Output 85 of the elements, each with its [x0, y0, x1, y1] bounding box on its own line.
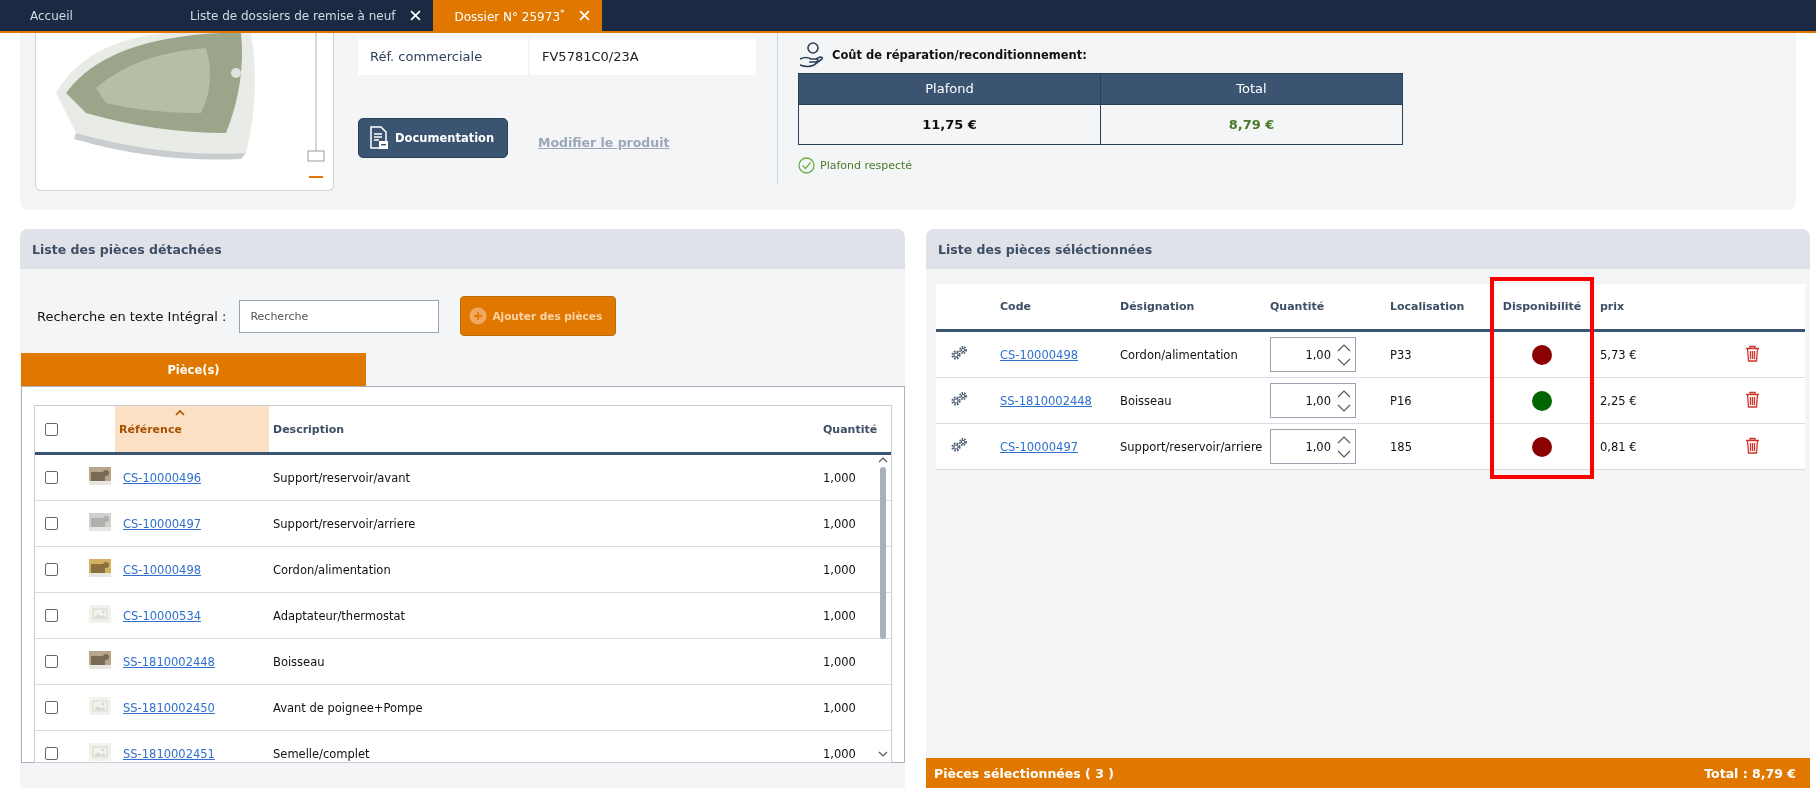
- table-cell-text: Support/reservoir/arriere: [272, 516, 417, 531]
- table-cell-text: P33: [1389, 347, 1413, 362]
- hand-coin-icon: [798, 41, 824, 69]
- gears-icon[interactable]: [950, 345, 968, 361]
- field-value: FV5781C0/23A: [530, 38, 756, 75]
- table-cell-text: 0,81 €: [1599, 439, 1638, 454]
- table-cell-text: 1,000: [822, 654, 857, 669]
- code-link[interactable]: CS-10000498: [992, 347, 1078, 362]
- quantity-field[interactable]: 1,00: [1270, 429, 1356, 464]
- search-field[interactable]: Recherche: [239, 299, 440, 333]
- column-header: Localisation: [1389, 300, 1466, 313]
- image-placeholder-icon: [89, 605, 111, 623]
- document-icon: [369, 126, 389, 150]
- table-cell-text: Adaptateur/thermostat: [272, 608, 407, 623]
- table-cell-text: 1,000: [822, 470, 857, 485]
- trash-icon[interactable]: [1745, 390, 1760, 408]
- reference-link[interactable]: CS-10000497: [115, 516, 201, 531]
- panel-header: Liste des pièces détachées: [20, 229, 905, 269]
- table-cell: 8,79 €: [1100, 104, 1402, 144]
- column-header: Total: [1100, 74, 1402, 104]
- tab[interactable]: Dossier N° 25973$^{*}$: [432, 0, 602, 31]
- checkbox[interactable]: [45, 701, 58, 714]
- field-label: Réf. commerciale: [358, 38, 528, 75]
- reference-link[interactable]: CS-10000534: [115, 608, 201, 623]
- code-link[interactable]: CS-10000497: [992, 439, 1078, 454]
- checkbox[interactable]: [45, 609, 58, 622]
- column-header: Plafond: [799, 74, 1100, 104]
- panel-header: Liste des pièces séléctionnées: [926, 229, 1810, 269]
- code-link[interactable]: SS-1810002448: [992, 393, 1092, 408]
- gears-icon[interactable]: [950, 391, 968, 407]
- reference-link[interactable]: SS-1810002450: [115, 700, 215, 715]
- section-title: Coût de réparation/reconditionnement:: [832, 48, 1087, 62]
- table-cell-text: P16: [1389, 393, 1413, 408]
- table-cell-text: 1,000: [822, 608, 857, 623]
- table-cell-text: 2,25 €: [1599, 393, 1638, 408]
- plus-circle-icon: [469, 307, 488, 325]
- column-header[interactable]: Description: [269, 406, 819, 452]
- tab[interactable]: Pièce(s): [21, 353, 366, 386]
- trash-icon[interactable]: [1745, 344, 1760, 362]
- column-header[interactable]: Quantité: [819, 406, 891, 452]
- image-placeholder-icon: [89, 697, 111, 715]
- table-cell-text: Support/reservoir/arriere: [1119, 439, 1262, 454]
- checkbox[interactable]: [45, 655, 58, 668]
- sort-caret-icon: [175, 409, 185, 416]
- table-cell-text: Boisseau: [272, 654, 326, 669]
- table-cell-text: Boisseau: [1119, 393, 1173, 408]
- gears-icon[interactable]: [950, 437, 968, 453]
- checkbox[interactable]: [45, 471, 58, 484]
- table-cell-text: Cordon/alimentation: [1119, 347, 1239, 362]
- reference-link[interactable]: CS-10000496: [115, 470, 201, 485]
- reference-link[interactable]: SS-1810002451: [115, 746, 215, 761]
- table-cell-text: 1,000: [822, 516, 857, 531]
- column-header: prix: [1599, 300, 1626, 313]
- table-cell-text: Cordon/alimentation: [272, 562, 392, 577]
- checkbox[interactable]: [45, 747, 58, 760]
- column-header: Désignation: [1119, 300, 1196, 313]
- table-cell-text: Avant de poignee+Pompe: [272, 700, 424, 715]
- tab[interactable]: Accueil: [0, 0, 172, 31]
- column-header: Disponibilité: [1501, 300, 1583, 313]
- table-cell-text: Support/reservoir/avant: [272, 470, 412, 485]
- trash-icon[interactable]: [1745, 436, 1760, 454]
- documentation-button[interactable]: Documentation: [358, 118, 508, 158]
- close-icon[interactable]: [409, 10, 421, 21]
- quantity-field[interactable]: 1,00: [1270, 383, 1356, 418]
- checkbox[interactable]: [45, 422, 58, 436]
- table-cell-text: 1,000: [822, 700, 857, 715]
- column-header[interactable]: Référence: [115, 406, 269, 452]
- checkbox[interactable]: [45, 563, 58, 576]
- image-placeholder-icon: [89, 743, 111, 761]
- reference-link[interactable]: CS-10000498: [115, 562, 201, 577]
- quantity-field[interactable]: 1,00: [1270, 337, 1356, 372]
- total-amount: Total : 8,79 €: [1704, 765, 1796, 781]
- table-cell-text: Semelle/complet: [272, 746, 371, 761]
- selected-count: Pièces sélectionnées ( 3 ): [934, 765, 1114, 781]
- reference-link[interactable]: SS-1810002448: [115, 654, 215, 669]
- table-cell-text: 1,000: [822, 562, 857, 577]
- table-cell-text: 185: [1389, 439, 1413, 454]
- status-text: Plafond respecté: [820, 159, 913, 172]
- tab[interactable]: Liste de dossiers de remise à neuf: [172, 0, 433, 31]
- table-cell-text: 1,000: [822, 746, 857, 761]
- field-label: Recherche en texte Intégral :: [37, 308, 227, 324]
- column-header: Code: [999, 300, 1032, 313]
- checkbox[interactable]: [45, 517, 58, 530]
- column-header: Quantité: [1269, 300, 1326, 313]
- table-cell-text: 5,73 €: [1599, 347, 1638, 362]
